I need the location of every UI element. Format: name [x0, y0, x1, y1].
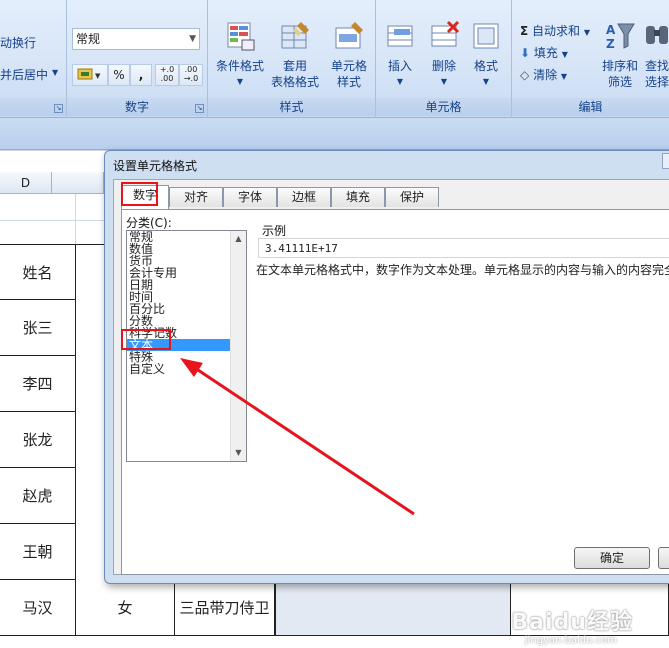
annotation-arrow-icon	[180, 358, 415, 516]
baidu-watermark-logo: Baidu经验	[511, 610, 633, 635]
baidu-watermark-url: jingyan.baidu.com	[524, 635, 617, 646]
